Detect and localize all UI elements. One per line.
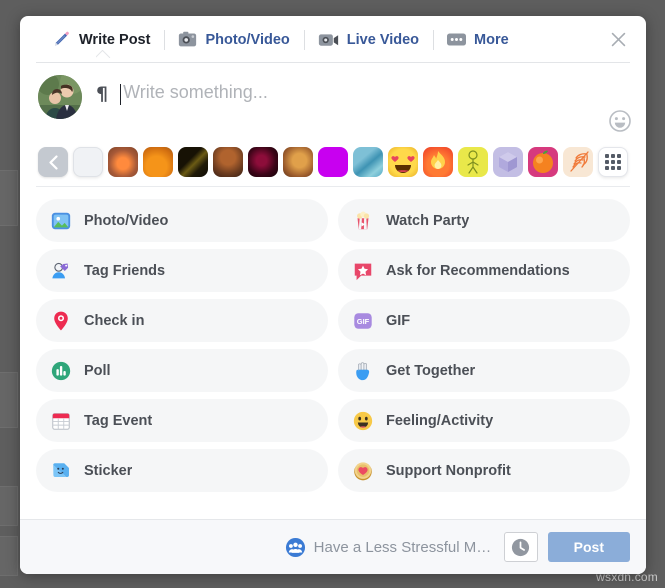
more-backgrounds-button[interactable]	[598, 147, 628, 177]
chevron-left-icon	[48, 154, 58, 170]
text-caret	[120, 84, 122, 105]
swatch-orange-fruit[interactable]	[528, 147, 558, 177]
gif-icon: GIF	[352, 310, 374, 332]
group-icon	[285, 537, 306, 558]
option-label: Watch Party	[386, 212, 470, 229]
smiley-icon	[352, 410, 374, 432]
swatch-heart-eyes-emoji[interactable]	[388, 147, 418, 177]
post-text-input[interactable]: Write something...	[123, 82, 268, 103]
sticker-icon	[50, 460, 72, 482]
background-page-panel	[0, 372, 18, 428]
option-label: Support Nonprofit	[386, 462, 511, 479]
option-gif[interactable]: GIF GIF	[338, 299, 630, 342]
svg-text:GIF: GIF	[357, 317, 370, 326]
paragraph-format-icon[interactable]: ¶	[96, 83, 108, 105]
close-icon	[611, 32, 625, 47]
swatch-dark-red[interactable]	[248, 147, 278, 177]
post-options-grid: Photo/Video Watch Party Tag Friends Ask …	[20, 187, 646, 502]
swatch-fire-emoji[interactable]	[423, 147, 453, 177]
post-button[interactable]: Post	[547, 532, 630, 562]
option-poll[interactable]: Poll	[36, 349, 328, 392]
swatch-acorns[interactable]	[213, 147, 243, 177]
swatch-yellow-doodle[interactable]	[458, 147, 488, 177]
option-label: Ask for Recommendations	[386, 262, 570, 279]
swatch-dark-leaf[interactable]	[178, 147, 208, 177]
avatar[interactable]	[38, 75, 82, 119]
pencil-icon	[52, 30, 71, 49]
background-page-panel	[0, 170, 18, 226]
emoji-picker-button[interactable]	[608, 109, 632, 133]
swatch-lavender-cube[interactable]	[493, 147, 523, 177]
option-label: Tag Event	[84, 412, 153, 429]
option-label: Tag Friends	[84, 262, 166, 279]
close-button[interactable]	[604, 26, 632, 54]
calendar-icon	[50, 410, 72, 432]
option-label: Get Together	[386, 362, 476, 379]
option-label: Feeling/Activity	[386, 412, 494, 429]
ellipsis-icon	[447, 32, 467, 47]
background-page-panel	[0, 486, 18, 526]
swatch-no-background[interactable]	[73, 147, 103, 177]
heart-coin-icon	[352, 460, 374, 482]
option-check-in[interactable]: Check in	[36, 299, 328, 342]
tab-label: Live Video	[346, 31, 420, 48]
option-feeling-activity[interactable]: Feeling/Activity	[338, 399, 630, 442]
swatch-golden-leaf[interactable]	[283, 147, 313, 177]
swatch-magenta[interactable]	[318, 147, 348, 177]
option-tag-event[interactable]: Tag Event	[36, 399, 328, 442]
tab-photo-video[interactable]: Photo/Video	[164, 23, 303, 57]
option-label: Photo/Video	[84, 212, 169, 229]
smiley-face-icon	[609, 110, 631, 132]
option-tag-friends[interactable]: Tag Friends	[36, 249, 328, 292]
option-photo-video[interactable]: Photo/Video	[36, 199, 328, 242]
swatch-prev-button[interactable]	[38, 147, 68, 177]
option-sticker[interactable]: Sticker	[36, 449, 328, 492]
tab-label: More	[474, 31, 509, 48]
schedule-post-button[interactable]	[503, 532, 538, 562]
recommendations-icon	[352, 260, 374, 282]
location-pin-icon	[50, 310, 72, 332]
option-label: GIF	[386, 312, 411, 329]
option-label: Check in	[84, 312, 145, 329]
dialog-tabbar: Write Post Photo/Video Live Video More	[20, 16, 646, 63]
tab-live-video[interactable]: Live Video	[303, 23, 433, 57]
camera-icon	[178, 31, 197, 48]
option-ask-recommendations[interactable]: Ask for Recommendations	[338, 249, 630, 292]
background-swatch-row	[20, 141, 646, 187]
tab-label: Photo/Video	[205, 31, 290, 48]
background-page-panel	[0, 536, 18, 576]
tab-write-post[interactable]: Write Post	[38, 23, 164, 58]
dialog-footer: Have a Less Stressful Marri... Post	[20, 519, 646, 574]
tab-label: Write Post	[79, 31, 151, 48]
swatch-pumpkin[interactable]	[143, 147, 173, 177]
clock-icon	[512, 538, 530, 556]
option-get-together[interactable]: Get Together	[338, 349, 630, 392]
option-label: Poll	[84, 362, 111, 379]
popcorn-icon	[352, 210, 374, 232]
video-camera-icon	[318, 32, 339, 48]
option-support-nonprofit[interactable]: Support Nonprofit	[338, 449, 630, 492]
waving-hand-icon	[352, 360, 374, 382]
grid-icon	[605, 154, 621, 170]
audience-label: Have a Less Stressful Marri...	[313, 538, 494, 556]
swatch-autumn-leaf[interactable]	[108, 147, 138, 177]
option-label: Sticker	[84, 462, 133, 479]
create-post-dialog: Write Post Photo/Video Live Video More ¶…	[20, 16, 646, 574]
composer-area: ¶ Write something...	[20, 63, 646, 141]
active-tab-caret	[96, 49, 111, 58]
swatch-blue-abstract[interactable]	[353, 147, 383, 177]
poll-icon	[50, 360, 72, 382]
option-watch-party[interactable]: Watch Party	[338, 199, 630, 242]
audience-selector[interactable]: Have a Less Stressful Marri...	[285, 537, 494, 558]
swatch-palm-leaf[interactable]	[563, 147, 593, 177]
tag-friends-icon	[50, 260, 72, 282]
photo-video-icon	[50, 210, 72, 232]
tab-more[interactable]: More	[433, 23, 523, 57]
